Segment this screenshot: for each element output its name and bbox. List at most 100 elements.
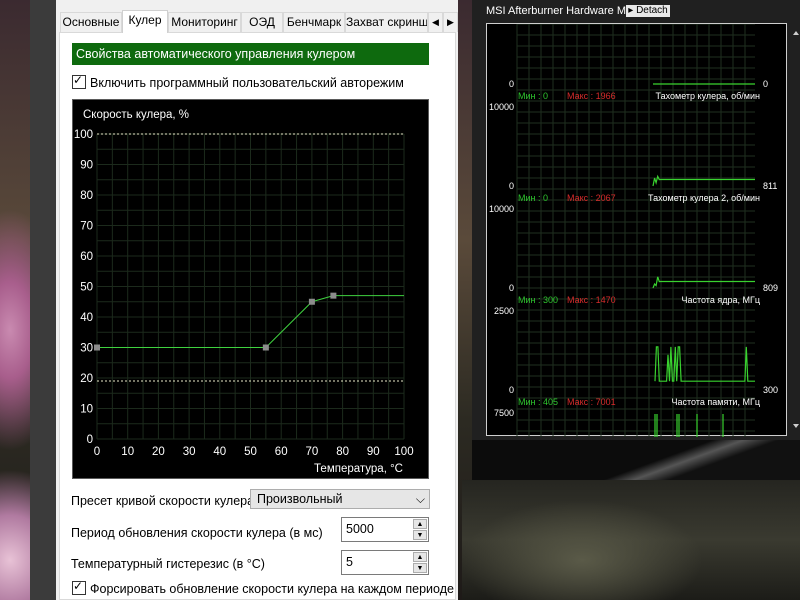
tab-benchmark[interactable]: Бенчмарк <box>283 12 345 32</box>
fan-curve-point[interactable] <box>262 344 269 351</box>
period-input[interactable]: 5000 <box>346 522 374 536</box>
fan-y-tick-label: 10 <box>80 404 93 416</box>
fan-x-tick-label: 80 <box>336 446 349 458</box>
detach-label: Detach <box>636 5 668 16</box>
fan-y-tick-label: 30 <box>80 343 93 355</box>
graph-bottom-label: 0 <box>509 385 514 395</box>
tab-general[interactable]: Основные <box>60 12 122 32</box>
fan-curve-point[interactable] <box>94 344 100 351</box>
window-frame <box>30 0 58 600</box>
check-mark-icon: ✓ <box>73 73 84 87</box>
fan-y-tick-label: 80 <box>80 190 93 202</box>
scrollbar-svg[interactable] <box>792 23 800 436</box>
checkbox-box[interactable]: ✓ <box>72 579 86 595</box>
stepper-down-icon[interactable]: ▼ <box>413 563 427 573</box>
fan-y-tick-label: 60 <box>80 251 93 263</box>
fan-y-axis-title: Скорость кулера, % <box>83 109 189 121</box>
graph-bottom-label: 0 <box>509 283 514 293</box>
preset-label: Пресет кривой скорости кулера <box>71 494 255 508</box>
graph-current-value: 809 <box>763 283 778 293</box>
fan-x-tick-label: 20 <box>152 446 165 458</box>
graph-top-label: 10000 <box>489 102 514 112</box>
check-mark-icon: ✓ <box>73 579 84 593</box>
fan-x-tick-label: 70 <box>306 446 319 458</box>
tab-monitoring[interactable]: Мониторинг <box>168 12 241 32</box>
monitor-scrollbar[interactable] <box>792 23 800 436</box>
graph-max-label: Макс : 2067 <box>567 193 616 203</box>
stepper-up-icon[interactable]: ▲ <box>413 552 427 562</box>
period-label: Период обновления скорости кулера (в мс) <box>71 526 323 540</box>
fan-y-tick-label: 100 <box>74 129 93 141</box>
graph-current-value: 811 <box>763 181 777 191</box>
period-stepper[interactable]: 5000 ▲ ▼ <box>341 517 429 542</box>
tab-scroll-left-button[interactable]: ◀ <box>428 12 443 32</box>
graph-max-label: Макс : 1966 <box>567 91 616 101</box>
graph-min-label: Мин : 300 <box>518 295 558 305</box>
scroll-up-icon[interactable] <box>793 31 799 35</box>
graph-name-label: Частота памяти, МГц <box>672 397 760 407</box>
monitor-graph-area[interactable]: 0 Мин : 0 Макс : 1966 Тахометр кулера, об/м… <box>486 23 788 437</box>
tab-bar: Основные Кулер Мониторинг ОЭД Бенчмарк З… <box>56 10 458 33</box>
force-update-checkbox[interactable]: ✓ Форсировать обновление скорости кулера … <box>72 579 454 597</box>
fan-curve-svg[interactable]: Скорость кулера, %Температура, °C1009080… <box>73 100 430 480</box>
tab-fan[interactable]: Кулер <box>122 10 168 33</box>
checkbox-label: Форсировать обновление скорости кулера н… <box>90 582 454 596</box>
graph-min-label: Мин : 0 <box>518 193 548 203</box>
scroll-down-icon[interactable] <box>793 424 799 428</box>
fan-curve-chart[interactable]: Скорость кулера, % Температура, °C 100 90 80… <box>72 99 429 479</box>
stepper-up-icon[interactable]: ▲ <box>413 519 427 529</box>
fan-x-tick-label: 10 <box>121 446 134 458</box>
fan-curve-point[interactable] <box>308 298 315 305</box>
graph-top-label: 7500 <box>494 408 514 418</box>
tab-screen-capture[interactable]: Захват скринш <box>345 12 428 32</box>
fan-x-tick-label: 60 <box>275 446 288 458</box>
fan-y-tick-label: 70 <box>80 221 93 233</box>
settings-window: Основные Кулер Мониторинг ОЭД Бенчмарк З… <box>56 0 458 600</box>
window-shadow <box>472 440 800 480</box>
stepper-down-icon[interactable]: ▼ <box>413 530 427 540</box>
graph-min-label: Мин : 405 <box>518 397 558 407</box>
chevron-down-icon: ⌵ <box>415 492 425 506</box>
checkbox-box[interactable]: ✓ <box>72 73 86 89</box>
fan-y-tick-label: 50 <box>80 282 93 294</box>
fan-x-tick-label: 100 <box>394 446 413 458</box>
monitor-graphs-svg[interactable]: 0 Мин : 0 Макс : 1966 Тахометр кулера, об/м… <box>487 24 788 437</box>
fan-y-tick-label: 40 <box>80 312 93 324</box>
preset-select[interactable]: Произвольный ⌵ <box>250 489 430 509</box>
graph-name-label: Тахометр кулера 2, об/мин <box>648 193 760 203</box>
fan-x-tick-label: 0 <box>94 446 100 458</box>
fan-y-tick-label: 20 <box>80 373 93 385</box>
monitor-titlebar[interactable]: MSI Afterburner Hardware Monitor ▸ Detac… <box>472 0 800 22</box>
detach-icon: ▸ <box>628 5 637 16</box>
graph-bottom-label: 0 <box>509 181 514 191</box>
hardware-monitor-window: MSI Afterburner Hardware Monitor ▸ Detac… <box>472 0 800 440</box>
hysteresis-stepper[interactable]: 5 ▲ ▼ <box>341 550 429 575</box>
graph-top-label: 10000 <box>489 204 514 214</box>
section-header: Свойства автоматического управления куле… <box>72 43 429 65</box>
hysteresis-label: Температурный гистерезис (в °C) <box>71 557 265 571</box>
fan-x-tick-label: 30 <box>183 446 196 458</box>
fan-x-tick-label: 90 <box>367 446 380 458</box>
graph-min-label: Мин : 0 <box>518 91 548 101</box>
graph-bottom-label: 0 <box>509 79 514 89</box>
fan-x-tick-label: 50 <box>244 446 257 458</box>
fan-x-axis-title: Температура, °C <box>314 463 403 475</box>
graph-max-label: Макс : 1470 <box>567 295 616 305</box>
graph-series-line <box>652 276 755 289</box>
detach-button[interactable]: ▸ Detach <box>626 5 670 17</box>
fan-curve-point[interactable] <box>330 292 337 299</box>
fan-y-tick-label: 90 <box>80 160 93 172</box>
graph-max-label: Макс : 7001 <box>567 397 616 407</box>
tab-osd[interactable]: ОЭД <box>241 12 283 32</box>
graph-current-value: 0 <box>763 79 768 89</box>
graph-top-label: 2500 <box>494 306 514 316</box>
desktop-background-right <box>462 480 800 600</box>
graph-name-label: Частота ядра, МГц <box>681 295 760 305</box>
checkbox-label: Включить программный пользовательский ав… <box>90 76 404 90</box>
tab-scroll-right-button[interactable]: ▶ <box>443 12 458 32</box>
hysteresis-input[interactable]: 5 <box>346 555 353 569</box>
enable-user-auto-mode-checkbox[interactable]: ✓ Включить программный пользовательский а… <box>72 73 404 91</box>
fan-x-tick-label: 40 <box>213 446 226 458</box>
preset-value: Произвольный <box>257 492 343 506</box>
graph-name-label: Тахометр кулера, об/мин <box>656 91 761 101</box>
